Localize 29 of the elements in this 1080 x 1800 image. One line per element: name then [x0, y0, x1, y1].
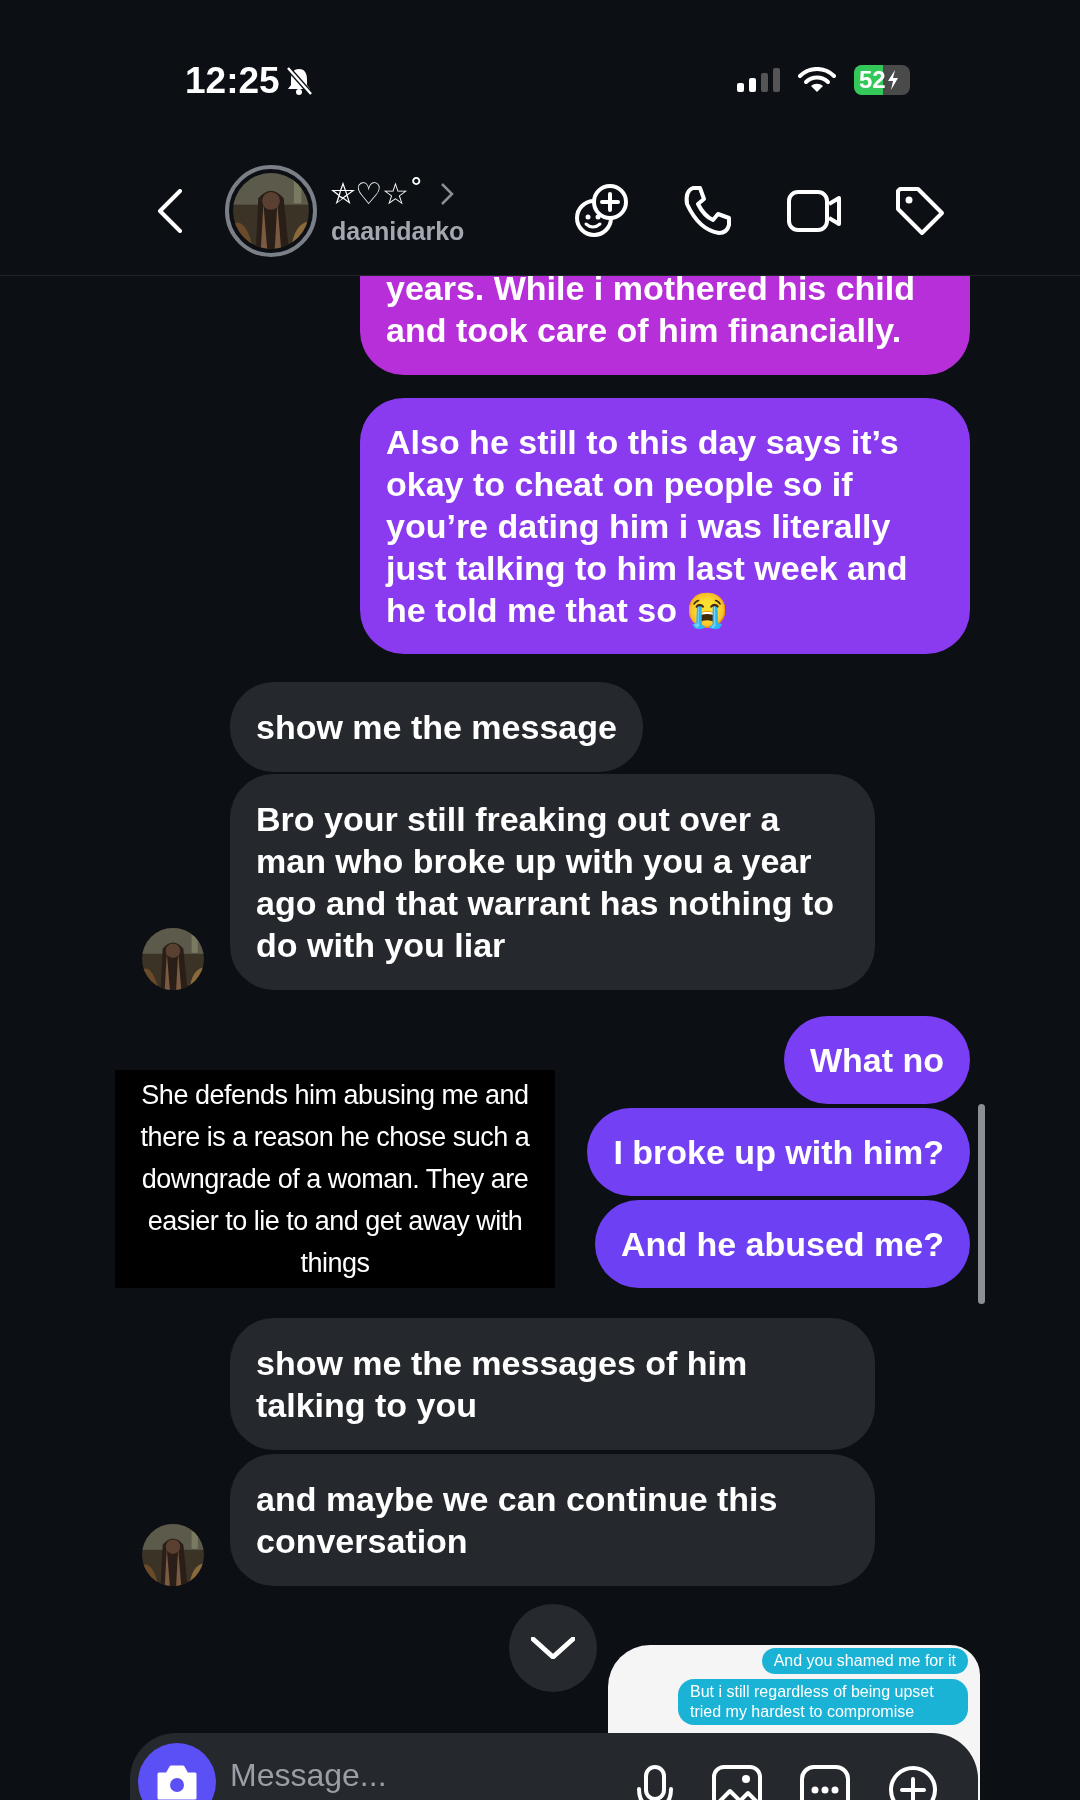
add-icon[interactable]: [888, 1765, 938, 1800]
chevron-right-icon: [439, 181, 454, 206]
sent-message-bubble: Also he still to this day says it’s okay to cheat on people so if you’re dating him i was literally just talking to him last week and he told me that so 😭: [360, 398, 970, 654]
text-bubble: But i still regardless of being upset tried my hardest to compromise: [678, 1679, 968, 1725]
signal-icon: [737, 68, 780, 92]
sent-message-bubble: I broke up with him?: [587, 1108, 970, 1196]
avatar[interactable]: [225, 164, 317, 257]
received-message-bubble: show me the messages of him talking to you: [230, 1318, 875, 1450]
caption-text: She defends him abusing me and there is a reason he chose such a downgrade of a woman. They are easier to lie to and get away with things: [115, 1070, 555, 1288]
received-message-bubble: show me the message: [230, 682, 643, 772]
camera-button[interactable]: [138, 1743, 216, 1800]
clock-time: 12:25: [185, 61, 280, 99]
chevron-down-icon: [531, 1637, 575, 1659]
sent-message-bubble: What no: [783, 1016, 970, 1104]
wifi-icon: [798, 67, 836, 93]
tag-icon[interactable]: [894, 184, 946, 237]
received-message-bubble: and maybe we can continue this conversation: [230, 1454, 875, 1586]
image-icon[interactable]: [712, 1765, 762, 1800]
text-bubble: And you shamed me for it: [761, 1648, 968, 1674]
back-icon[interactable]: [156, 188, 184, 233]
sticker-add-icon[interactable]: [573, 182, 629, 239]
contact-name[interactable]: ⛤♡☆˚: [331, 175, 424, 212]
scrollbar[interactable]: [978, 1104, 985, 1304]
sent-message-bubble: years. While i mothered his child and took care of him financially.: [360, 276, 970, 375]
message-input-field[interactable]: Message...: [230, 1755, 530, 1795]
username: daanidarko: [331, 215, 465, 246]
more-icon[interactable]: [800, 1765, 850, 1800]
received-message-bubble: Bro your still freaking out over a man who broke up with you a year ago and that warrant has nothing to do with you liar: [230, 774, 875, 990]
sent-message-bubble: And he abused me?: [594, 1200, 970, 1288]
